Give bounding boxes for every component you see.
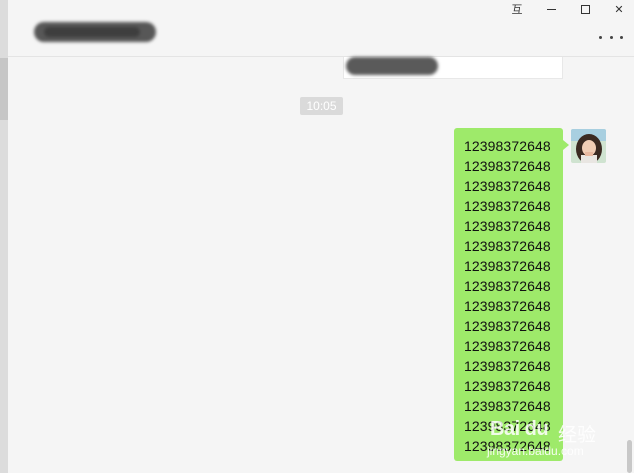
message-line: 12398372648 (464, 138, 551, 154)
message-line: 12398372648 (464, 398, 551, 414)
message-line: 12398372648 (464, 278, 551, 294)
message-line: 12398372648 (464, 338, 551, 354)
previous-message-redacted (346, 57, 438, 75)
message-line: 12398372648 (464, 158, 551, 174)
contact-list-scroll-thumb[interactable] (0, 58, 8, 120)
minimize-icon (546, 8, 556, 10)
message-line: 12398372648 (464, 238, 551, 254)
chat-header: 互 ✕ (8, 0, 634, 57)
contact-list-edge (0, 0, 8, 473)
message-line: 12398372648 (464, 418, 551, 434)
pin-window-button[interactable]: 互 (502, 0, 532, 18)
minimize-button[interactable] (536, 0, 566, 18)
message-line: 12398372648 (464, 438, 551, 454)
sent-message-bubble[interactable]: 12398372648 12398372648 12398372648 1239837… (454, 128, 569, 461)
close-button[interactable]: ✕ (604, 0, 634, 18)
more-dots-icon[interactable] (599, 33, 623, 41)
maximize-icon (580, 4, 590, 14)
chat-scrollbar[interactable] (627, 440, 632, 473)
message-line: 12398372648 (464, 258, 551, 274)
chat-title-redacted (34, 22, 156, 42)
message-line: 12398372648 (464, 378, 551, 394)
avatar[interactable] (571, 129, 606, 163)
message-line: 12398372648 (464, 178, 551, 194)
watermark-label: 经验 (558, 425, 597, 446)
maximize-button[interactable] (570, 0, 600, 18)
message-timestamp: 10:05 (300, 97, 343, 115)
message-line: 12398372648 (464, 298, 551, 314)
message-line: 12398372648 (464, 218, 551, 234)
message-line: 12398372648 (464, 318, 551, 334)
previous-message-bubble (343, 57, 563, 79)
message-line: 12398372648 (464, 358, 551, 374)
avatar-image (571, 129, 606, 163)
message-line: 12398372648 (464, 198, 551, 214)
